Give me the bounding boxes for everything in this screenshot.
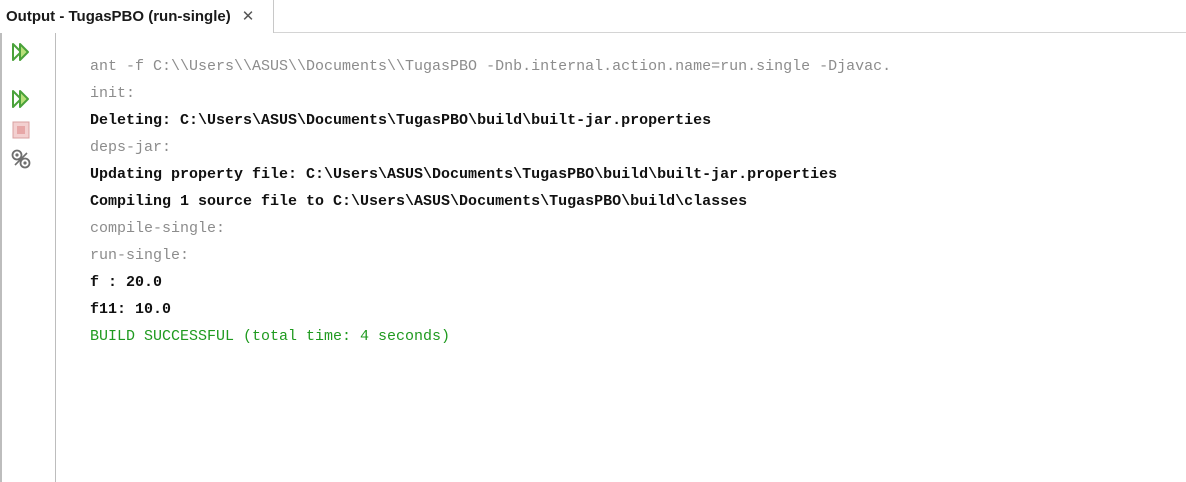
- rerun-with-params-button[interactable]: [10, 88, 32, 110]
- settings-button[interactable]: [10, 148, 32, 170]
- output-toolbar: [0, 33, 56, 482]
- console-line: Compiling 1 source file to C:\Users\ASUS…: [90, 193, 748, 210]
- stop-button[interactable]: [10, 119, 32, 141]
- close-icon[interactable]: ✕: [242, 9, 255, 24]
- console-line: Updating property file: C:\Users\ASUS\Do…: [90, 166, 838, 183]
- console-line: deps-jar:: [90, 139, 172, 156]
- console-line: init:: [90, 85, 136, 102]
- output-console[interactable]: ant -f C:\\Users\\ASUS\\Documents\\Tugas…: [90, 53, 1186, 473]
- console-line: run-single:: [90, 247, 190, 264]
- console-line: ant -f C:\\Users\\ASUS\\Documents\\Tugas…: [90, 58, 892, 75]
- tab-title: Output - TugasPBO (run-single): [6, 8, 231, 25]
- console-line: Deleting: C:\Users\ASUS\Documents\TugasP…: [90, 112, 712, 129]
- rerun-icon: [12, 43, 29, 61]
- output-window: Output - TugasPBO (run-single) ✕ ant -f …: [0, 0, 1186, 482]
- rerun-with-params-icon: [12, 90, 29, 108]
- tab-output-run-single[interactable]: Output - TugasPBO (run-single) ✕: [0, 0, 274, 33]
- console-line: f : 20.0: [90, 274, 163, 291]
- settings-icon: [11, 149, 31, 169]
- rerun-button[interactable]: [10, 41, 32, 63]
- build-status-line: BUILD SUCCESSFUL (total time: 4 seconds): [90, 328, 451, 345]
- tab-bar: Output - TugasPBO (run-single) ✕: [0, 0, 1186, 33]
- console-line: f11: 10.0: [90, 301, 172, 318]
- stop-icon: [12, 121, 30, 139]
- console-line: compile-single:: [90, 220, 226, 237]
